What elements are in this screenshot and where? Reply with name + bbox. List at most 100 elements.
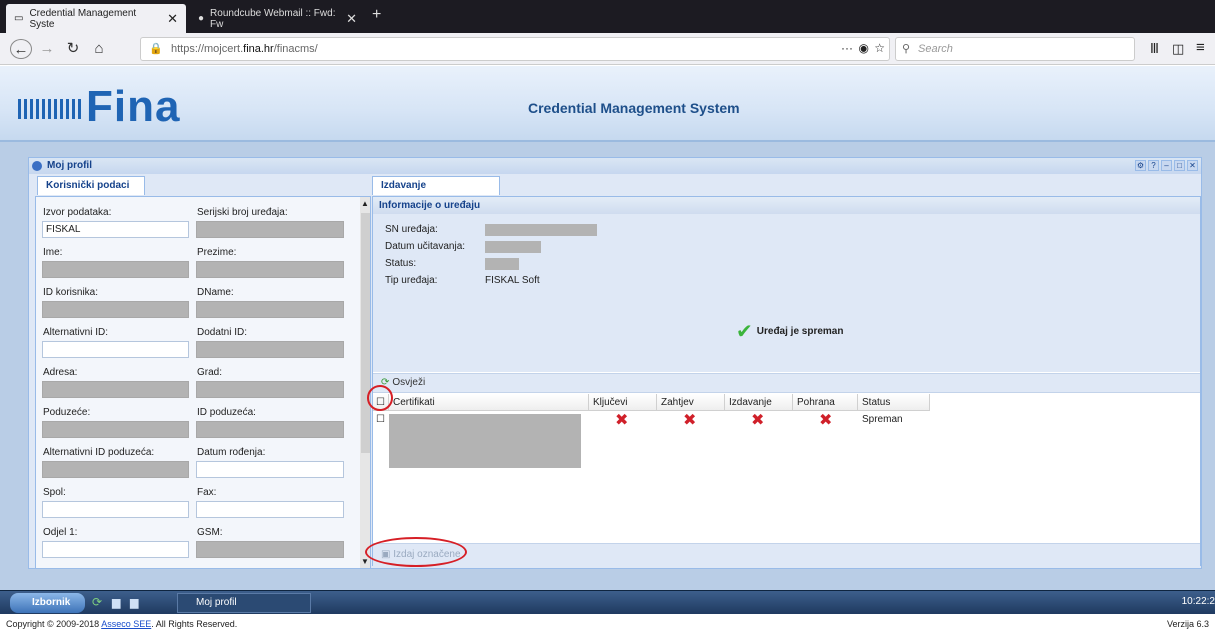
window-titlebar[interactable]: Moj profil [29,158,1201,174]
pocket-icon[interactable]: ◉ [859,41,869,55]
profile-window: Moj profil ⚙? – □ ✕ Korisnički podaci Izvor… [28,157,1202,569]
field-label: DName: [197,287,234,298]
scroll-down-icon[interactable]: ▼ [361,557,369,566]
minimize-icon[interactable]: – [1161,160,1172,171]
col-izdavanje[interactable]: Izdavanje [725,394,793,411]
fax-field[interactable] [196,501,344,518]
status-label: Status: [385,258,417,269]
browser-tab-webmail[interactable]: ● Roundcube Webmail :: Fwd: Fw ✕ [190,4,365,33]
field-label: Datum rođenja: [197,447,266,458]
prezime-field [196,261,344,278]
field-label: Spol: [43,487,66,498]
browser-tab-cms[interactable]: ▭ Credential Management Syste ✕ [6,4,186,33]
field-label: ID poduzeća: [197,407,256,418]
id-korisnika-field [42,301,189,318]
clock: 10:22:2 [1181,596,1215,607]
settings-icon[interactable]: ⚙ [1135,160,1146,171]
tab-korisnicki-podaci[interactable]: Korisnički podaci [37,176,145,195]
search-icon: ⚲ [902,43,911,55]
izvor-field[interactable]: FISKAL [42,221,189,238]
window-icon[interactable]: ▆ [130,596,138,609]
certificate-name [389,414,581,468]
serijski-field [196,221,344,238]
alternativni-id-field[interactable] [42,341,189,358]
row-status: Spreman [862,414,903,425]
status-value [485,258,519,270]
help-icon[interactable]: ? [1148,160,1159,171]
datum-rodenja-field[interactable] [196,461,344,478]
user-data-panel: Izvor podataka: FISKAL Serijski broj ure… [35,196,371,569]
device-info-header: Informacije o uređaju [373,197,1200,214]
adresa-field [42,381,189,398]
back-icon[interactable]: ← [10,39,32,59]
lock-icon: 🔒 [149,43,163,55]
field-label: Adresa: [43,367,78,378]
menu-icon[interactable]: ≡ [1196,39,1205,56]
library-icon[interactable]: Ⅲ [1150,41,1159,57]
window-tools: ⚙? – □ ✕ [1135,160,1198,171]
company-link[interactable]: Asseco SEE [101,619,151,629]
odjel-field[interactable] [42,541,189,558]
taskbar-window-moj-profil[interactable]: Moj profil [177,593,311,613]
x-icon: ✖ [819,412,833,429]
refresh-icon[interactable]: ⟳ [92,595,102,609]
col-certifikati[interactable]: Certifikati [389,394,589,411]
col-status[interactable]: Status [858,394,930,411]
tab-label: Roundcube Webmail :: Fwd: Fw [210,7,336,30]
fina-logo: Fina [18,82,180,132]
window-icon[interactable]: ▆ [112,596,120,609]
grid-toolbar: ⟳ Osvježi [373,373,1200,393]
bookmark-star-icon[interactable]: ☆ [874,41,885,55]
col-kljucevi[interactable]: Ključevi [589,394,657,411]
tip-value: FISKAL Soft [485,275,540,286]
field-label: Odjel 1: [43,527,78,538]
sn-label: SN uređaja: [385,224,438,235]
field-label: Ime: [43,247,63,258]
ime-field [42,261,189,278]
scrollbar-thumb[interactable] [361,213,370,453]
field-label: Dodatni ID: [197,327,248,338]
tab-izdavanje[interactable]: Izdavanje [372,176,500,195]
x-icon: ✖ [615,412,629,429]
new-tab-icon[interactable]: + [372,6,381,24]
issuance-panel: Informacije o uređaju SN uređaja: Datum … [365,196,1201,567]
field-label: Alternativni ID poduzeća: [43,447,155,458]
highlight-circle [365,537,467,567]
webmail-icon: ● [198,13,205,24]
field-label: Fax: [197,487,217,498]
more-icon[interactable]: ··· [841,41,853,55]
refresh-button[interactable]: ⟳ Osvježi [381,377,425,388]
sidebar-icon[interactable]: ◫ [1172,41,1184,57]
grad-field [196,381,344,398]
close-icon[interactable]: ✕ [167,11,178,27]
tab-icon: ▭ [14,13,24,24]
dodatni-id-field [196,341,344,358]
spol-field[interactable] [42,501,189,518]
col-pohrana[interactable]: Pohrana [793,394,858,411]
close-icon[interactable]: ✕ [346,11,357,27]
device-info-body: SN uređaja: Datum učitavanja: Status: Ti… [373,214,1200,372]
maximize-icon[interactable]: □ [1174,160,1185,171]
url-bar[interactable]: 🔒 https://mojcert.fina.hr/finacms/ ··· ◉… [140,37,890,61]
poduzece-field [42,421,189,438]
datum-label: Datum učitavanja: [385,241,466,252]
window-title: Moj profil [47,160,92,171]
search-input[interactable]: ⚲ Search [895,37,1135,61]
start-menu-button[interactable]: Izbornik [10,593,85,613]
datum-value [485,241,541,253]
reload-icon[interactable]: ↻ [62,39,84,59]
home-icon[interactable]: ⌂ [88,39,110,59]
browser-tab-bar: ▭ Credential Management Syste ✕ ● Roundcube… [0,0,1215,33]
row-checkbox[interactable]: ☐ [376,414,385,425]
forward-icon[interactable]: → [36,39,58,59]
url-text: https://mojcert.fina.hr/finacms/ [171,43,318,55]
field-label: Poduzeće: [43,407,91,418]
footer: Copyright © 2009-2018 Asseco SEE. All Ri… [0,614,1215,634]
close-icon[interactable]: ✕ [1187,160,1198,171]
app-title: Credential Management System [528,100,740,116]
col-zahtjev[interactable]: Zahtjev [657,394,725,411]
field-label: Alternativni ID: [43,327,109,338]
field-label: Prezime: [197,247,237,258]
gsm-field [196,541,344,558]
scroll-up-icon[interactable]: ▲ [361,199,369,208]
